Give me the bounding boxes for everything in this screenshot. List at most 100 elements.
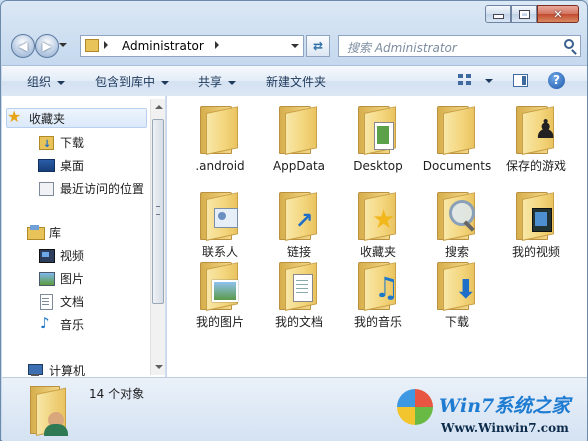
share-button[interactable]: 共享 — [198, 73, 237, 90]
documents-folder-icon — [273, 260, 325, 312]
scroll-down-arrow[interactable] — [155, 365, 163, 369]
star-icon: ★ — [7, 107, 22, 126]
file-item[interactable]: Documents — [418, 104, 496, 173]
document-library-icon — [38, 294, 54, 310]
chevron-right-icon[interactable] — [104, 41, 108, 49]
nav-music[interactable]: ♪ 音乐 — [38, 314, 84, 334]
address-dropdown-icon[interactable] — [291, 44, 299, 48]
file-item[interactable]: ♫ 我的音乐 — [339, 260, 417, 329]
pictures-folder-icon — [194, 260, 246, 312]
file-item-label: 搜索 — [444, 245, 469, 259]
file-item-label: 链接 — [286, 245, 311, 259]
address-path[interactable]: Administrator — [122, 39, 204, 53]
recent-pages-dropdown[interactable] — [59, 43, 67, 47]
contacts-folder-icon — [194, 190, 246, 242]
command-bar: 组织 包含到库中 共享 新建文件夹 ? — [2, 65, 587, 96]
search-icon[interactable] — [564, 39, 574, 49]
picture-library-icon — [38, 271, 55, 286]
file-item-label: 我的图片 — [195, 315, 244, 329]
scroll-up-arrow[interactable] — [155, 105, 163, 109]
watermark-logo: Win7系统之家 Www.Winwin7.com — [397, 389, 587, 441]
new-folder-button[interactable]: 新建文件夹 — [266, 73, 326, 90]
scroll-thumb[interactable] — [152, 119, 164, 304]
organize-label: 组织 — [27, 75, 52, 89]
library-icon — [27, 225, 45, 240]
nav-computer-label: 计算机 — [49, 363, 86, 378]
file-item[interactable]: ⬇ 下载 — [418, 260, 496, 329]
change-view-icon[interactable] — [458, 74, 472, 86]
computer-icon — [27, 363, 43, 377]
nav-videos[interactable]: 视频 — [38, 245, 84, 265]
nav-documents[interactable]: 文档 — [38, 291, 84, 311]
file-item-label: 保存的游戏 — [505, 159, 566, 173]
refresh-button[interactable]: ⇄ — [306, 35, 330, 57]
forward-button[interactable]: ▶ — [35, 34, 59, 58]
help-button[interactable]: ? — [548, 72, 565, 89]
video-library-icon — [38, 248, 55, 263]
nav-desktop-label: 桌面 — [60, 158, 85, 173]
searches-folder-icon — [431, 190, 483, 242]
music-folder-icon: ♫ — [352, 260, 404, 312]
folder-icon — [85, 39, 99, 52]
recent-places-icon — [38, 181, 54, 196]
file-item-label: 联系人 — [201, 245, 238, 259]
nav-libraries[interactable]: 库 — [27, 222, 61, 242]
nav-documents-label: 文档 — [60, 294, 85, 309]
address-bar[interactable]: Administrator — [80, 35, 304, 57]
new-folder-label: 新建文件夹 — [266, 75, 327, 89]
navigation-pane-scrollbar[interactable] — [150, 99, 165, 375]
folder-icon — [194, 104, 246, 156]
file-list: .android AppData Desktop Documents ♟ 保存的游戏联系人… — [167, 96, 587, 377]
nav-favorites-label: 收藏夹 — [29, 111, 66, 126]
file-item-label: .android — [195, 159, 245, 173]
file-item[interactable]: .android — [181, 104, 259, 173]
include-in-library-button[interactable]: 包含到库中 — [95, 73, 170, 90]
folder-icon — [431, 104, 483, 156]
search-placeholder: 搜索 Administrator — [347, 41, 457, 55]
nav-libraries-label: 库 — [49, 225, 62, 240]
back-button[interactable]: ◀ — [11, 34, 35, 58]
nav-pictures-label: 图片 — [60, 271, 85, 286]
chevron-right-icon[interactable] — [215, 41, 219, 49]
file-item[interactable]: 我的图片 — [181, 260, 259, 329]
file-item-label: 我的音乐 — [353, 315, 402, 329]
nav-favorites[interactable]: ★ 收藏夹 — [6, 107, 147, 128]
nav-videos-label: 视频 — [60, 248, 85, 263]
close-button[interactable]: ✕ — [537, 5, 579, 23]
nav-desktop[interactable]: 桌面 — [38, 155, 84, 175]
file-item-label: Documents — [422, 159, 492, 173]
organize-button[interactable]: 组织 — [27, 73, 66, 90]
minimize-button[interactable] — [485, 5, 511, 23]
file-item-label: AppData — [272, 159, 326, 173]
view-options-dropdown[interactable] — [485, 79, 493, 83]
share-label: 共享 — [198, 75, 223, 89]
search-input[interactable]: 搜索 Administrator — [338, 35, 581, 57]
navigation-pane: ★ 收藏夹 ↓ 下载 桌面 最近访问的位置 库 视频 图片 文档 ♪ 音乐 计算… — [2, 96, 166, 378]
file-item[interactable]: 我的视频 — [497, 190, 575, 259]
file-item[interactable]: 我的文档 — [260, 260, 338, 329]
file-item[interactable]: ♟ 保存的游戏 — [497, 104, 575, 173]
file-item[interactable]: AppData — [260, 104, 338, 173]
folder-icon — [273, 104, 325, 156]
file-item[interactable]: 搜索 — [418, 190, 496, 259]
preview-pane-button[interactable] — [513, 74, 528, 87]
file-item[interactable]: ↗ 链接 — [260, 190, 338, 259]
nav-recent-places[interactable]: 最近访问的位置 — [38, 178, 144, 198]
explorer-window: ✕ ◀ ▶ Administrator ⇄ 搜索 Administrator 组… — [0, 0, 588, 441]
downloads-folder-icon: ⬇ — [431, 260, 483, 312]
watermark-brand: Win7系统之家 — [439, 395, 571, 417]
maximize-button[interactable] — [511, 5, 537, 23]
close-icon: ✕ — [553, 7, 563, 21]
file-item[interactable]: 联系人 — [181, 190, 259, 259]
file-item-label: 我的视频 — [511, 245, 560, 259]
file-item[interactable]: Desktop — [339, 104, 417, 173]
desktop-icon — [38, 158, 55, 172]
nav-music-label: 音乐 — [60, 317, 85, 332]
nav-downloads[interactable]: ↓ 下载 — [38, 132, 84, 152]
music-library-icon: ♪ — [40, 314, 50, 332]
file-item-label: 下载 — [444, 315, 469, 329]
item-count: 14 个对象 — [89, 387, 145, 401]
nav-pictures[interactable]: 图片 — [38, 268, 84, 288]
file-item-label: Desktop — [353, 159, 403, 173]
file-item[interactable]: ★ 收藏夹 — [339, 190, 417, 259]
